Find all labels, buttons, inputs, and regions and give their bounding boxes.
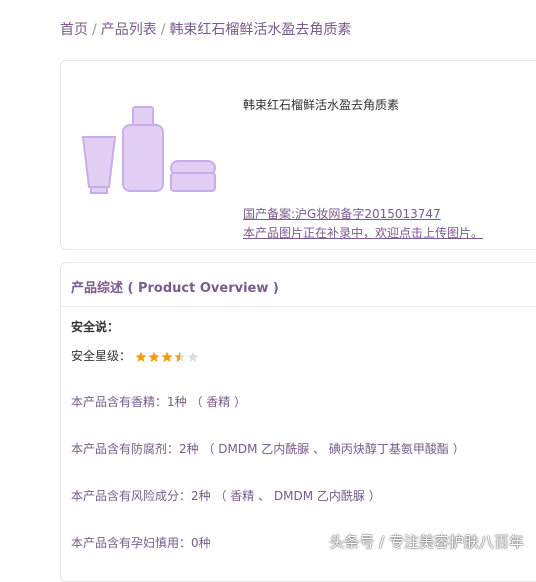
overview-header: 产品综述 ( Product Overview ) bbox=[61, 263, 536, 307]
star-rating bbox=[135, 350, 200, 364]
breadcrumb: 首页 / 产品列表 / 韩束红石榴鲜活水盈去角质素 bbox=[60, 19, 351, 39]
breadcrumb-home-link[interactable]: 首页 bbox=[60, 22, 88, 38]
risk-ingredient-info: 本产品含有风险成分：2种 （ 香精 、 DMDM 乙内酰脲 ） bbox=[71, 489, 381, 503]
cosmetics-placeholder-icon bbox=[81, 106, 216, 194]
breadcrumb-separator: / bbox=[92, 22, 97, 38]
watermark: 头条号 / 专注美容护肤八百年 bbox=[329, 533, 524, 551]
fragrance-info: 本产品含有香精：1种 （ 香精 ） bbox=[71, 395, 247, 409]
record-number-link[interactable]: 国产备案:沪G妆网备字2015013747 bbox=[243, 205, 441, 222]
rating-label: 安全星级： bbox=[71, 349, 132, 363]
safety-label: 安全说： bbox=[71, 320, 120, 334]
safety-rating: 安全星级： bbox=[71, 347, 200, 364]
preservative-info: 本产品含有防腐剂：2种 （ DMDM 乙内酰脲 、 碘丙炔醇丁基氨甲酸酯 ） bbox=[71, 442, 465, 456]
star-icon bbox=[135, 351, 147, 362]
star-icon bbox=[174, 351, 186, 362]
breadcrumb-separator: / bbox=[160, 22, 166, 38]
upload-image-link[interactable]: 本产品图片正在补录中，欢迎点击上传图片。 bbox=[243, 224, 483, 241]
product-title: 韩束红石榴鲜活水盈去角质素 bbox=[243, 98, 400, 112]
star-icon bbox=[161, 351, 173, 362]
product-card: 韩束红石榴鲜活水盈去角质素 国产备案:沪G妆网备字2015013747 本产品图… bbox=[60, 60, 536, 250]
star-icon bbox=[187, 351, 199, 362]
pregnancy-caution-info: 本产品含有孕妇慎用：0种 bbox=[71, 536, 211, 550]
breadcrumb-current: 韩束红石榴鲜活水盈去角质素 bbox=[169, 22, 352, 38]
star-icon bbox=[148, 351, 160, 362]
breadcrumb-list-link[interactable]: 产品列表 bbox=[101, 22, 157, 38]
overview-title: 产品综述 ( Product Overview ) bbox=[71, 281, 279, 296]
